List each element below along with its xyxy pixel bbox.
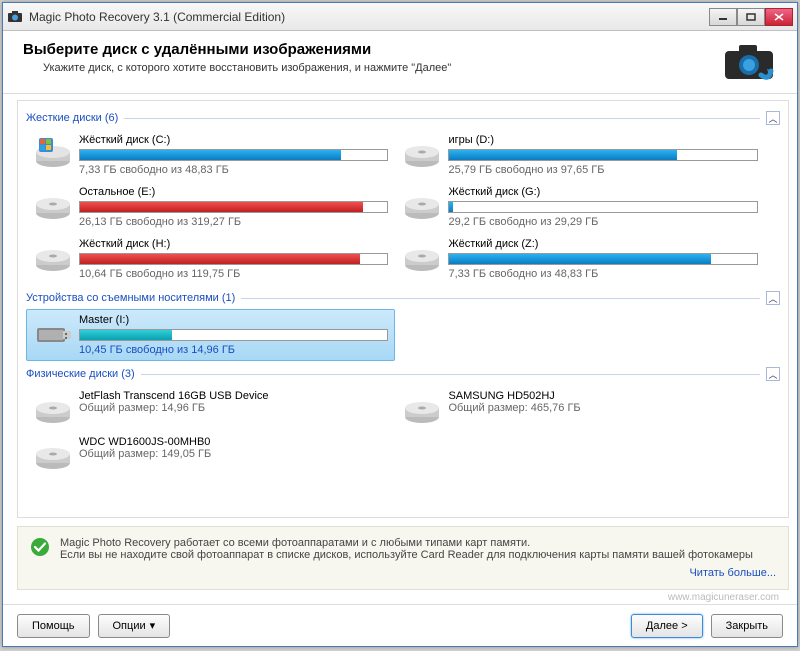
content-area: Жесткие диски (6) ︿ Жёсткий диск (C:) 7,… <box>3 94 797 604</box>
usage-bar <box>79 329 388 341</box>
drive-name: игры (D:) <box>448 134 757 146</box>
drive-item[interactable]: WDC WD1600JS-00MHB0 Общий размер: 149,05… <box>26 431 395 477</box>
drive-name: Жёсткий диск (H:) <box>79 238 388 250</box>
wizard-header: Выберите диск с удалёнными изображениями… <box>3 31 797 94</box>
drive-item[interactable]: Жёсткий диск (Z:) 7,33 ГБ свободно из 48… <box>395 233 764 285</box>
next-button[interactable]: Далее > <box>631 614 703 638</box>
usage-bar <box>79 149 388 161</box>
drive-stat: 26,13 ГБ свободно из 319,27 ГБ <box>79 216 388 228</box>
read-more-link[interactable]: Читать больше... <box>689 567 776 579</box>
drive-icon <box>402 238 442 274</box>
info-text: Magic Photo Recovery работает со всеми ф… <box>60 537 776 561</box>
drive-stat: 7,33 ГБ свободно из 48,83 ГБ <box>448 268 757 280</box>
footer-bar: Помощь Опции ▾ Далее > Закрыть <box>3 604 797 646</box>
drive-name: Жёсткий диск (C:) <box>79 134 388 146</box>
drive-stat: 10,64 ГБ свободно из 119,75 ГБ <box>79 268 388 280</box>
usage-bar <box>448 253 757 265</box>
group-header-hdd[interactable]: Жесткие диски (6) ︿ <box>26 111 780 125</box>
usage-bar <box>448 201 757 213</box>
close-button[interactable]: Закрыть <box>711 614 783 638</box>
options-button[interactable]: Опции ▾ <box>98 614 171 638</box>
info-box: Magic Photo Recovery работает со всеми ф… <box>17 526 789 590</box>
app-window: Magic Photo Recovery 3.1 (Commercial Edi… <box>2 2 798 647</box>
drive-list-panel[interactable]: Жесткие диски (6) ︿ Жёсткий диск (C:) 7,… <box>17 100 789 518</box>
drive-name: Остальное (E:) <box>79 186 388 198</box>
drive-item[interactable]: SAMSUNG HD502HJ Общий размер: 465,76 ГБ <box>395 385 764 431</box>
drive-item[interactable]: Жёсткий диск (C:) 7,33 ГБ свободно из 48… <box>26 129 395 181</box>
drive-icon <box>402 390 442 426</box>
drive-stat: 29,2 ГБ свободно из 29,29 ГБ <box>448 216 757 228</box>
chevron-up-icon[interactable]: ︿ <box>766 291 780 305</box>
drive-icon <box>33 134 73 170</box>
window-title: Magic Photo Recovery 3.1 (Commercial Edi… <box>29 10 285 24</box>
drive-name: Жёсткий диск (G:) <box>448 186 757 198</box>
page-subtitle: Укажите диск, с которого хотите восстано… <box>23 62 721 74</box>
drive-icon <box>33 390 73 426</box>
drive-icon <box>33 186 73 222</box>
usage-bar <box>79 253 388 265</box>
usage-bar <box>448 149 757 161</box>
drive-name: JetFlash Transcend 16GB USB Device <box>79 390 388 402</box>
help-button[interactable]: Помощь <box>17 614 90 638</box>
group-label: Физические диски (3) <box>26 368 135 380</box>
drive-item[interactable]: Остальное (E:) 26,13 ГБ свободно из 319,… <box>26 181 395 233</box>
titlebar[interactable]: Magic Photo Recovery 3.1 (Commercial Edi… <box>3 3 797 31</box>
drive-item[interactable]: Master (I:) 10,45 ГБ свободно из 14,96 Г… <box>26 309 395 361</box>
drive-item[interactable]: Жёсткий диск (G:) 29,2 ГБ свободно из 29… <box>395 181 764 233</box>
usage-bar <box>79 201 388 213</box>
drive-icon <box>33 238 73 274</box>
drive-name: Жёсткий диск (Z:) <box>448 238 757 250</box>
drive-icon <box>402 134 442 170</box>
drive-icon <box>33 314 73 350</box>
drive-stat: 7,33 ГБ свободно из 48,83 ГБ <box>79 164 388 176</box>
drive-name: Master (I:) <box>79 314 388 326</box>
drive-item[interactable]: Жёсткий диск (H:) 10,64 ГБ свободно из 1… <box>26 233 395 285</box>
camera-icon <box>721 41 777 83</box>
drive-stat: Общий размер: 149,05 ГБ <box>79 448 388 460</box>
close-window-button[interactable] <box>765 8 793 26</box>
drive-stat: Общий размер: 14,96 ГБ <box>79 402 388 414</box>
check-icon <box>30 537 50 557</box>
drive-name: SAMSUNG HD502HJ <box>448 390 757 402</box>
minimize-button[interactable] <box>709 8 737 26</box>
drive-name: WDC WD1600JS-00MHB0 <box>79 436 388 448</box>
maximize-button[interactable] <box>737 8 765 26</box>
drive-item[interactable]: JetFlash Transcend 16GB USB Device Общий… <box>26 385 395 431</box>
drive-icon <box>33 436 73 472</box>
app-icon <box>7 9 23 25</box>
group-label: Устройства со съемными носителями (1) <box>26 292 235 304</box>
chevron-down-icon: ▾ <box>150 619 156 632</box>
group-label: Жесткие диски (6) <box>26 112 118 124</box>
group-header-physical[interactable]: Физические диски (3) ︿ <box>26 367 780 381</box>
drive-stat: 10,45 ГБ свободно из 14,96 ГБ <box>79 344 388 356</box>
drive-stat: Общий размер: 465,76 ГБ <box>448 402 757 414</box>
chevron-up-icon[interactable]: ︿ <box>766 111 780 125</box>
chevron-up-icon[interactable]: ︿ <box>766 367 780 381</box>
drive-icon <box>402 186 442 222</box>
group-header-removable[interactable]: Устройства со съемными носителями (1) ︿ <box>26 291 780 305</box>
source-link[interactable]: www.magicuneraser.com <box>17 590 789 603</box>
drive-stat: 25,79 ГБ свободно из 97,65 ГБ <box>448 164 757 176</box>
drive-item[interactable]: игры (D:) 25,79 ГБ свободно из 97,65 ГБ <box>395 129 764 181</box>
page-title: Выберите диск с удалёнными изображениями <box>23 41 721 58</box>
